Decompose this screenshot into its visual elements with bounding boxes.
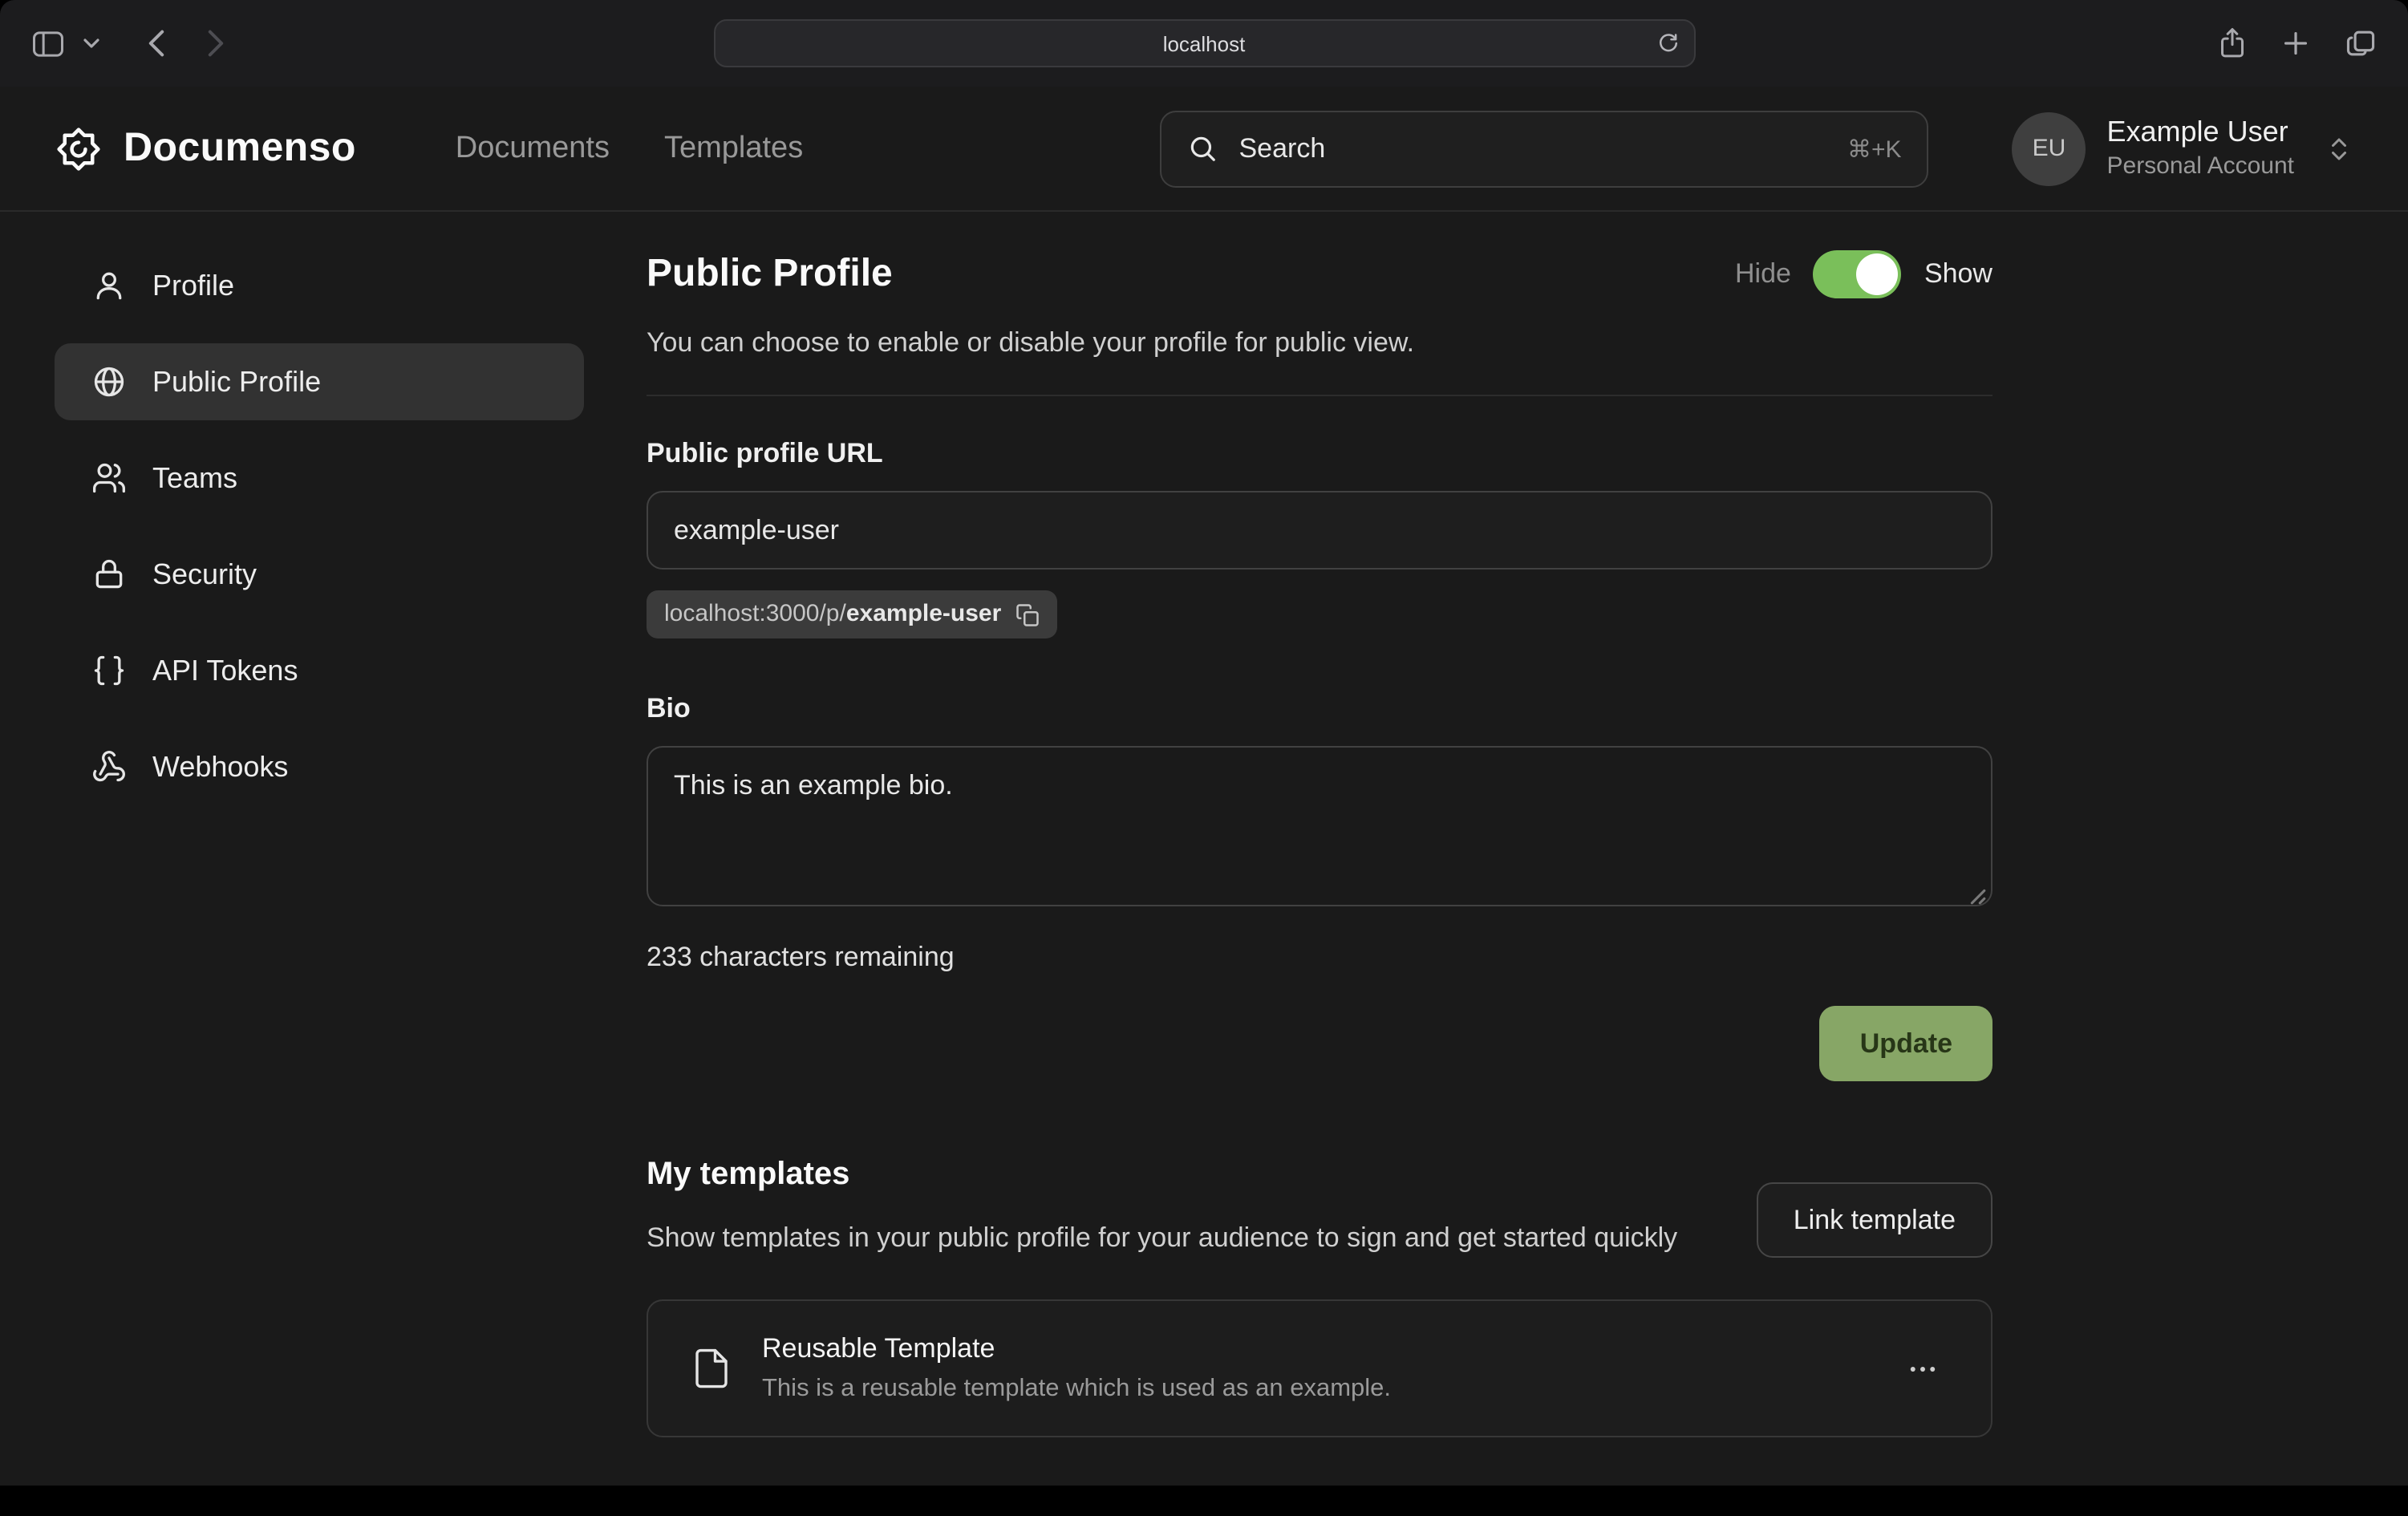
sidebar-item-label: Public Profile bbox=[152, 365, 321, 399]
brand[interactable]: Documenso bbox=[55, 124, 356, 172]
sidebar-item-public-profile[interactable]: Public Profile bbox=[55, 343, 584, 420]
settings-sidebar: Profile Public Profile Teams bbox=[55, 247, 584, 1437]
sidebar-item-profile[interactable]: Profile bbox=[55, 247, 584, 324]
avatar-initials: EU bbox=[2033, 135, 2066, 162]
sidebar-item-webhooks[interactable]: Webhooks bbox=[55, 728, 584, 805]
browser-toolbar: localhost bbox=[0, 0, 2408, 87]
user-icon bbox=[91, 268, 127, 303]
forward-icon[interactable] bbox=[201, 22, 231, 64]
sidebar-item-label: Teams bbox=[152, 461, 237, 495]
screen: localhost Documenso bbox=[0, 0, 2408, 1516]
browser-left-controls bbox=[26, 22, 231, 64]
back-icon[interactable] bbox=[141, 22, 172, 64]
file-icon bbox=[690, 1343, 733, 1394]
bio-label: Bio bbox=[647, 693, 1992, 725]
characters-remaining: 233 characters remaining bbox=[647, 938, 1992, 977]
page-subtitle: You can choose to enable or disable your… bbox=[647, 324, 1992, 363]
sidebar-item-teams[interactable]: Teams bbox=[55, 440, 584, 517]
refresh-icon[interactable] bbox=[1656, 32, 1679, 55]
sidebar-item-label: Profile bbox=[152, 269, 234, 302]
settings-layout: Profile Public Profile Teams bbox=[0, 212, 2408, 1437]
update-button[interactable]: Update bbox=[1820, 1006, 1992, 1081]
toggle-knob bbox=[1857, 253, 1899, 295]
my-templates-title: My templates bbox=[647, 1153, 1677, 1195]
url-slug: example-user bbox=[846, 600, 1001, 627]
chevrons-up-down-icon bbox=[2325, 134, 2353, 163]
nav-templates[interactable]: Templates bbox=[664, 131, 803, 166]
top-nav: Documents Templates bbox=[456, 131, 803, 166]
webhook-icon bbox=[91, 749, 127, 784]
template-row: Reusable Template This is a reusable tem… bbox=[647, 1299, 1992, 1437]
page-title: Public Profile bbox=[647, 250, 893, 298]
app-header: Documenso Documents Templates Search ⌘+K… bbox=[0, 87, 2408, 212]
avatar: EU bbox=[2013, 111, 2086, 185]
account-name: Example User bbox=[2107, 114, 2295, 152]
sidebar-chevron-down-icon[interactable] bbox=[77, 32, 106, 55]
globe-icon bbox=[91, 364, 127, 399]
toggle-show-label: Show bbox=[1924, 258, 1992, 290]
sidebar-item-security[interactable]: Security bbox=[55, 536, 584, 613]
template-description: This is a reusable template which is use… bbox=[762, 1373, 1391, 1405]
brand-name: Documenso bbox=[124, 125, 356, 172]
profile-url-preview[interactable]: localhost:3000/p/example-user bbox=[647, 590, 1057, 638]
address-bar-url: localhost bbox=[1163, 31, 1246, 55]
profile-visibility-toggle[interactable] bbox=[1814, 250, 1902, 298]
browser-right-controls bbox=[2212, 21, 2382, 66]
section-divider bbox=[647, 395, 1992, 396]
share-icon[interactable] bbox=[2212, 21, 2252, 66]
visibility-toggle-group: Hide Show bbox=[1735, 250, 1992, 298]
copy-icon[interactable] bbox=[1015, 602, 1040, 626]
account-type: Personal Account bbox=[2107, 152, 2295, 183]
profile-url-input[interactable] bbox=[647, 491, 1992, 570]
template-options-icon[interactable] bbox=[1896, 1342, 1949, 1395]
address-bar[interactable]: localhost bbox=[713, 19, 1695, 67]
sidebar-item-label: API Tokens bbox=[152, 654, 298, 687]
profile-url-label: Public profile URL bbox=[647, 438, 1992, 470]
new-tab-icon[interactable] bbox=[2276, 24, 2315, 63]
search-input[interactable]: Search ⌘+K bbox=[1161, 110, 1929, 187]
my-templates-description: Show templates in your public profile fo… bbox=[647, 1218, 1677, 1259]
public-profile-panel: Public Profile Hide Show You can choose … bbox=[647, 247, 1992, 1437]
search-icon bbox=[1188, 133, 1218, 164]
account-menu[interactable]: EU Example User Personal Account bbox=[2013, 111, 2354, 185]
bio-textarea[interactable]: This is an example bio. bbox=[647, 746, 1992, 906]
sidebar-toggle-icon[interactable] bbox=[26, 23, 71, 63]
sidebar-item-api-tokens[interactable]: API Tokens bbox=[55, 632, 584, 709]
search-placeholder: Search bbox=[1239, 132, 1326, 164]
documenso-logo-icon bbox=[55, 124, 103, 172]
lock-icon bbox=[91, 557, 127, 592]
sidebar-item-label: Webhooks bbox=[152, 750, 288, 784]
toggle-hide-label: Hide bbox=[1735, 258, 1791, 290]
braces-icon bbox=[91, 653, 127, 688]
documenso-app: Documenso Documents Templates Search ⌘+K… bbox=[0, 87, 2408, 1486]
url-prefix: localhost:3000/p/ bbox=[664, 600, 846, 627]
users-icon bbox=[91, 460, 127, 496]
link-template-button[interactable]: Link template bbox=[1757, 1182, 1992, 1258]
nav-documents[interactable]: Documents bbox=[456, 131, 610, 166]
template-name: Reusable Template bbox=[762, 1332, 1391, 1367]
tab-overview-icon[interactable] bbox=[2339, 22, 2382, 64]
search-shortcut: ⌘+K bbox=[1847, 134, 1902, 163]
sidebar-item-label: Security bbox=[152, 557, 257, 591]
